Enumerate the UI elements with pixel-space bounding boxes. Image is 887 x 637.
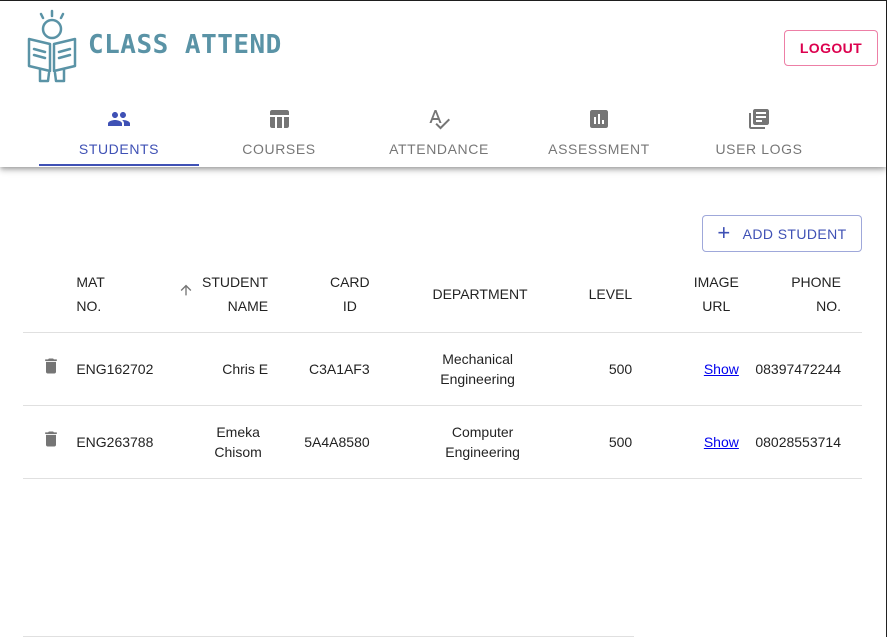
student-reading-logo-icon bbox=[27, 9, 77, 83]
spellcheck-icon bbox=[427, 107, 451, 131]
header-card-id[interactable]: CARD ID bbox=[268, 257, 370, 333]
show-image-link[interactable]: Show bbox=[704, 361, 739, 377]
tab-courses[interactable]: COURSES bbox=[199, 93, 359, 167]
header-mat-no[interactable]: MAT NO. bbox=[76, 257, 171, 333]
table-row: ENG162702 Chris E C3A1AF3 Mechanical Eng… bbox=[23, 332, 862, 406]
cell-level: 500 bbox=[527, 332, 633, 406]
app-bar: CLASS ATTEND LOGOUT STUDENTS COURSES ATT… bbox=[0, 1, 886, 167]
tab-students[interactable]: STUDENTS bbox=[39, 93, 199, 167]
cell-mat-no: ENG263788 bbox=[76, 405, 171, 479]
cell-phone-no: 08028553714 bbox=[738, 405, 862, 479]
tab-label: COURSES bbox=[242, 141, 316, 157]
add-student-label: ADD STUDENT bbox=[742, 225, 847, 242]
brand-name: CLASS ATTEND bbox=[88, 30, 282, 60]
cell-student-name: Emeka Chisom bbox=[170, 405, 269, 479]
tab-attendance[interactable]: ATTENDANCE bbox=[359, 93, 519, 167]
header-image-url[interactable]: IMAGE URL bbox=[632, 257, 739, 333]
table-icon bbox=[267, 107, 291, 131]
tab-indicator bbox=[39, 164, 199, 166]
cell-card-id: C3A1AF3 bbox=[268, 332, 370, 406]
logo: CLASS ATTEND bbox=[26, 9, 296, 85]
header-actions bbox=[23, 257, 77, 333]
assessment-icon bbox=[587, 107, 611, 131]
show-image-link[interactable]: Show bbox=[704, 434, 739, 450]
cell-image-url: Show bbox=[632, 332, 739, 406]
tab-label: USER LOGS bbox=[715, 141, 803, 157]
students-table: MAT NO. STUDENT NAME CARD ID DEPARTMENT … bbox=[23, 257, 862, 479]
cell-image-url: Show bbox=[632, 405, 739, 479]
plus-icon: + bbox=[717, 219, 731, 245]
header-student-name[interactable]: STUDENT NAME bbox=[170, 257, 269, 333]
header-department[interactable]: DEPARTMENT bbox=[369, 257, 528, 333]
tab-assessment[interactable]: ASSESSMENT bbox=[519, 93, 679, 167]
delete-icon[interactable] bbox=[41, 356, 61, 381]
table-row: ENG263788 Emeka Chisom 5A4A8580 Computer… bbox=[23, 405, 862, 479]
tab-label: STUDENTS bbox=[78, 141, 160, 157]
sort-arrow-up-icon bbox=[178, 282, 194, 306]
cell-card-id: 5A4A8580 bbox=[268, 405, 370, 479]
people-icon bbox=[107, 107, 131, 131]
cell-student-name: Chris E bbox=[170, 332, 269, 406]
delete-icon[interactable] bbox=[41, 429, 61, 454]
main-tabs: STUDENTS COURSES ATTENDANCE ASSESSMENT U… bbox=[39, 93, 839, 167]
library-books-icon bbox=[747, 107, 771, 131]
header-phone-no[interactable]: PHONE NO. bbox=[738, 257, 862, 333]
cell-mat-no: ENG162702 bbox=[76, 332, 171, 406]
cell-phone-no: 08397472244 bbox=[738, 332, 862, 406]
cell-department: Computer Engineering bbox=[369, 405, 528, 479]
tab-user-logs[interactable]: USER LOGS bbox=[679, 93, 839, 167]
add-student-button[interactable]: + ADD STUDENT bbox=[702, 215, 862, 252]
cell-department: Mechanical Engineering bbox=[369, 332, 528, 406]
logout-button[interactable]: LOGOUT bbox=[784, 30, 878, 66]
header-level[interactable]: LEVEL bbox=[527, 257, 633, 333]
tab-label: ASSESSMENT bbox=[548, 141, 650, 157]
tab-label: ATTENDANCE bbox=[389, 141, 489, 157]
table-header-row: MAT NO. STUDENT NAME CARD ID DEPARTMENT … bbox=[23, 257, 862, 333]
cell-level: 500 bbox=[527, 405, 633, 479]
